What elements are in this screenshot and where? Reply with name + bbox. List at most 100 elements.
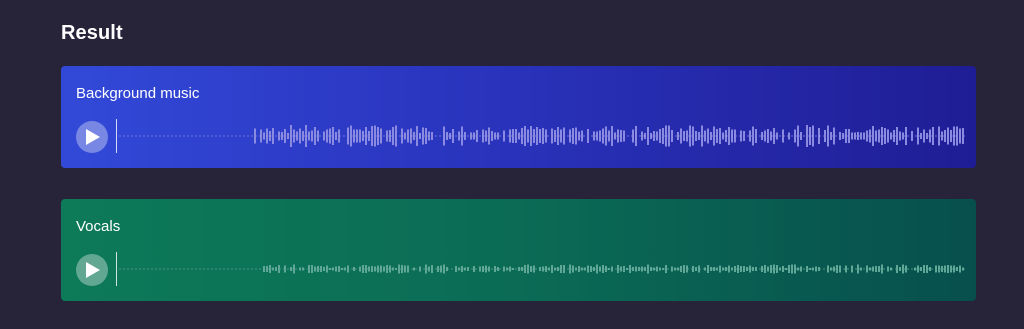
waveform-bar: [413, 267, 415, 271]
waveform-bar: [446, 267, 448, 271]
waveform-bar: [866, 265, 868, 273]
waveform-bar: [524, 126, 526, 146]
waveform-bar: [863, 132, 865, 140]
waveform-bar: [353, 267, 355, 271]
waveform-bar: [680, 128, 682, 144]
waveform-bar: [749, 130, 751, 142]
waveform-bar: [446, 132, 448, 140]
waveform-bar: [374, 266, 376, 272]
waveform-bar: [317, 266, 319, 272]
waveform-bar: [602, 265, 604, 273]
waveform-bar: [458, 267, 460, 271]
waveform-bar: [617, 265, 619, 273]
waveform-bar: [422, 127, 424, 145]
waveform-bar: [386, 265, 388, 273]
waveform-bar: [647, 127, 649, 145]
waveform-bar: [716, 267, 718, 271]
waveform-bar: [494, 132, 496, 140]
waveform-bar: [449, 133, 451, 139]
waveform-bar: [371, 126, 373, 146]
waveform-bar: [470, 132, 472, 140]
waveform-bar: [266, 128, 268, 144]
waveform-bar: [368, 131, 370, 141]
waveform-bar: [962, 267, 964, 271]
waveform-bar: [545, 266, 547, 272]
waveform-bar: [593, 267, 595, 271]
waveform-bar: [293, 129, 295, 143]
waveform-bar: [482, 129, 484, 143]
waveform-bar: [713, 126, 715, 146]
play-button[interactable]: [76, 121, 108, 153]
waveform-bar: [485, 265, 487, 273]
waveform-bar: [797, 125, 799, 147]
waveform-bar: [530, 126, 532, 146]
waveform-bar: [545, 129, 547, 143]
waveform-bar: [356, 129, 358, 143]
waveform-bar: [899, 131, 901, 141]
waveform-bar: [899, 267, 901, 271]
waveform-bar: [458, 131, 460, 141]
waveform-bar: [491, 131, 493, 141]
waveform-bar: [851, 265, 853, 273]
waveform-bar: [323, 267, 325, 271]
waveform-bar: [635, 126, 637, 146]
waveform-bar: [887, 266, 889, 272]
waveform-bar: [506, 267, 508, 271]
waveform-bar: [641, 131, 643, 141]
waveform-bar: [383, 266, 385, 272]
waveform[interactable]: [119, 119, 965, 153]
waveform-bar: [710, 132, 712, 140]
play-icon: [86, 129, 100, 145]
waveform-bar: [920, 267, 922, 271]
waveform-bar: [437, 266, 439, 272]
waveform-bar: [845, 265, 847, 273]
waveform-bar: [677, 267, 679, 271]
waveform-bar: [443, 264, 445, 274]
waveform-bar: [815, 266, 817, 272]
waveform-bar: [869, 129, 871, 143]
waveform-bar: [380, 265, 382, 273]
waveform-bar: [314, 266, 316, 272]
waveform-bar: [503, 266, 505, 272]
waveform-bar: [662, 268, 664, 270]
waveform-bar: [290, 125, 292, 147]
waveform-bar: [623, 266, 625, 272]
waveform-bar: [416, 126, 418, 146]
waveform-bar: [665, 265, 667, 273]
waveform-bar: [848, 129, 850, 143]
waveform-bar: [773, 128, 775, 144]
waveform-bar: [689, 125, 691, 147]
waveform-bar: [287, 133, 289, 139]
waveform-bar: [926, 265, 928, 273]
waveform-bar: [413, 132, 415, 140]
waveform-bar: [443, 126, 445, 146]
waveform-bar: [260, 129, 262, 143]
waveform-bar: [338, 129, 340, 143]
waveform-bar: [302, 267, 304, 271]
waveform-bar: [272, 267, 274, 271]
track-label: Vocals: [76, 218, 121, 235]
waveform-bar: [878, 129, 880, 143]
waveform-bar: [827, 265, 829, 273]
waveform[interactable]: [119, 252, 965, 286]
waveform-bar: [734, 266, 736, 272]
waveform-bar: [872, 266, 874, 272]
waveform-bar: [704, 267, 706, 271]
waveform-bar: [665, 125, 667, 147]
waveform-bar: [401, 128, 403, 144]
waveform-bar: [644, 267, 646, 271]
waveform-bar: [302, 131, 304, 141]
waveform-bar: [299, 128, 301, 144]
waveform-bar: [527, 129, 529, 143]
play-button[interactable]: [76, 254, 108, 286]
waveform-bar: [392, 127, 394, 145]
waveform-bar: [509, 266, 511, 272]
waveform-bar: [464, 132, 466, 140]
waveform-bar: [578, 131, 580, 141]
waveform-bar: [488, 127, 490, 145]
waveform-bar: [461, 126, 463, 146]
waveform-bar: [794, 129, 796, 143]
waveform-bar: [947, 265, 949, 273]
waveform-bar: [950, 130, 952, 142]
waveform-bar: [440, 265, 442, 273]
